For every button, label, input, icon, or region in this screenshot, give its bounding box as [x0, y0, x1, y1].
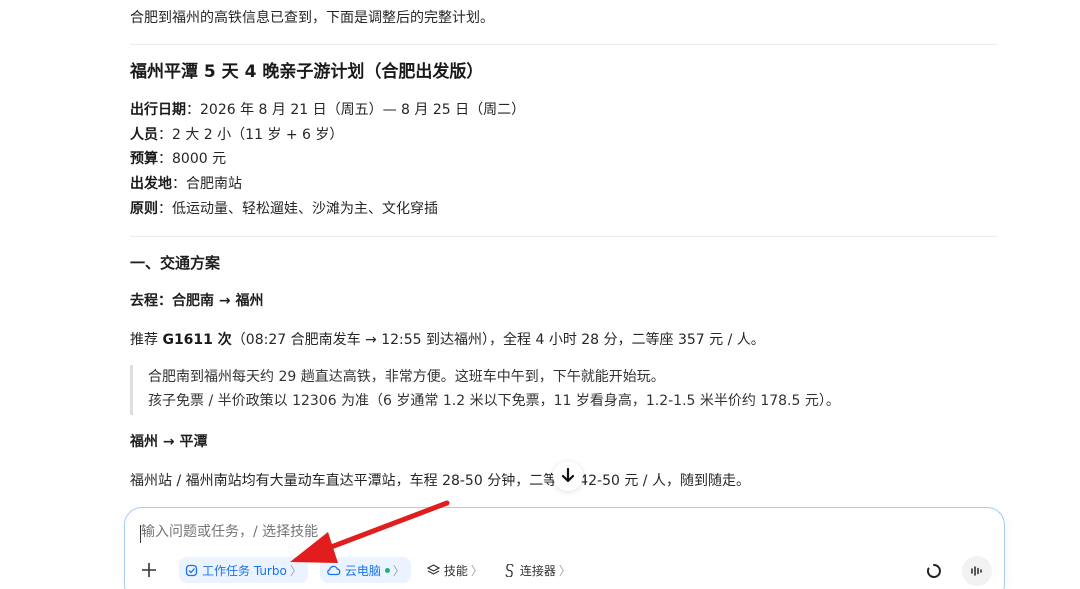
cloud-pc-chip[interactable]: 云电脑 〉 [319, 557, 411, 583]
recommend-detail: （08:27 合肥南发车 → 12:55 到达福州），全程 4 小时 28 分，… [231, 332, 765, 348]
cloud-icon [327, 565, 341, 576]
outbound-heading: 去程：合肥南 → 福州 [130, 293, 264, 309]
connector-icon [505, 563, 514, 577]
meta-value: 低运动量、轻松遛娃、沙滩为主、文化穿插 [172, 201, 438, 217]
transfer-text-a: 福州站 / 福州南站均有大量动车直达平潭站，车程 28-50 分钟，二等 [130, 473, 558, 489]
divider [130, 44, 997, 45]
meta-label: 人员 [130, 127, 158, 143]
transfer-heading: 福州 → 平潭 [130, 434, 208, 450]
voice-input-button[interactable] [962, 556, 992, 586]
meta-date: 出行日期：2026 年 8 月 21 日（周五）— 8 月 25 日（周二） [130, 100, 525, 120]
recommend-prefix: 推荐 [130, 332, 163, 348]
intro-text: 合肥到福州的高铁信息已查到，下面是调整后的完整计划。 [130, 10, 494, 26]
meta-principle: 原则：低运动量、轻松遛娃、沙滩为主、文化穿插 [130, 199, 438, 219]
add-button[interactable] [137, 558, 161, 582]
composer: 工作任务 Turbo 〉 云电脑 〉 技能 〉 连接器 〉 [124, 507, 1005, 589]
meta-value: 合肥南站 [186, 176, 242, 192]
divider [130, 236, 997, 237]
section-heading-transport: 一、交通方案 [130, 254, 221, 272]
meta-sep: ： [172, 176, 186, 192]
composer-right-tools [926, 556, 992, 586]
chevron-right-icon: 〉 [289, 563, 302, 578]
quote-line: 合肥南到福州每天约 29 趟直达高铁，非常方便。这班车中午到，下午就能开始玩。 [148, 369, 665, 385]
meta-people: 人员：2 大 2 小（11 岁 + 6 岁） [130, 125, 343, 145]
message-input[interactable] [141, 524, 741, 540]
layers-icon [426, 563, 440, 575]
connectors-button[interactable]: 连接器 〉 [499, 557, 575, 583]
chevron-right-icon: 〉 [558, 563, 571, 578]
waveform-icon [971, 566, 982, 576]
meta-budget: 预算：8000 元 [130, 149, 226, 169]
transfer-text: 福州站 / 福州南站均有大量动车直达平潭站，车程 28-50 分钟，二等 42-5… [130, 471, 750, 491]
composer-toolbar: 工作任务 Turbo 〉 云电脑 〉 技能 〉 连接器 〉 [137, 556, 587, 584]
skills-label: 技能 [443, 563, 468, 578]
transfer-text-b: 42-50 元 / 人，随到随走。 [579, 473, 750, 489]
cloud-pc-label: 云电脑 [344, 563, 381, 578]
online-status-dot [384, 567, 390, 573]
meta-value: 2026 年 8 月 21 日（周五）— 8 月 25 日（周二） [200, 102, 526, 118]
plan-title: 福州平潭 5 天 4 晚亲子游计划（合肥出发版） [130, 62, 484, 82]
blockquote: 合肥南到福州每天约 29 趟直达高铁，非常方便。这班车中午到，下午就能开始玩。 … [130, 365, 997, 415]
meta-origin: 出发地：合肥南站 [130, 174, 242, 194]
task-mode-label: 工作任务 Turbo [202, 563, 287, 578]
task-icon [185, 564, 198, 576]
loading-spinner-icon [926, 564, 941, 578]
meta-sep: ： [158, 151, 172, 167]
meta-sep: ： [158, 201, 172, 217]
meta-label: 出发地 [130, 176, 172, 192]
meta-sep: ： [186, 102, 200, 118]
meta-label: 出行日期 [130, 102, 186, 118]
meta-label: 预算 [130, 151, 158, 167]
recommend-text: 推荐 G1611 次（08:27 合肥南发车 → 12:55 到达福州），全程 … [130, 330, 765, 350]
arrow-down-icon [561, 468, 575, 483]
plus-icon [142, 563, 156, 577]
quote-line: 孩子免票 / 半价政策以 12306 为准（6 岁通常 1.2 米以下免票，11… [148, 393, 840, 409]
train-number: G1611 次 [162, 332, 232, 348]
task-mode-chip[interactable]: 工作任务 Turbo 〉 [179, 557, 308, 583]
scroll-to-bottom-button[interactable] [553, 461, 583, 491]
chevron-right-icon: 〉 [470, 563, 483, 578]
skills-button[interactable]: 技能 〉 [423, 557, 487, 583]
connectors-label: 连接器 [519, 563, 556, 578]
meta-value: 2 大 2 小（11 岁 + 6 岁） [172, 127, 344, 143]
meta-label: 原则 [130, 201, 158, 217]
meta-value: 8000 元 [172, 151, 227, 167]
chevron-right-icon: 〉 [392, 563, 405, 578]
meta-sep: ： [158, 127, 172, 143]
